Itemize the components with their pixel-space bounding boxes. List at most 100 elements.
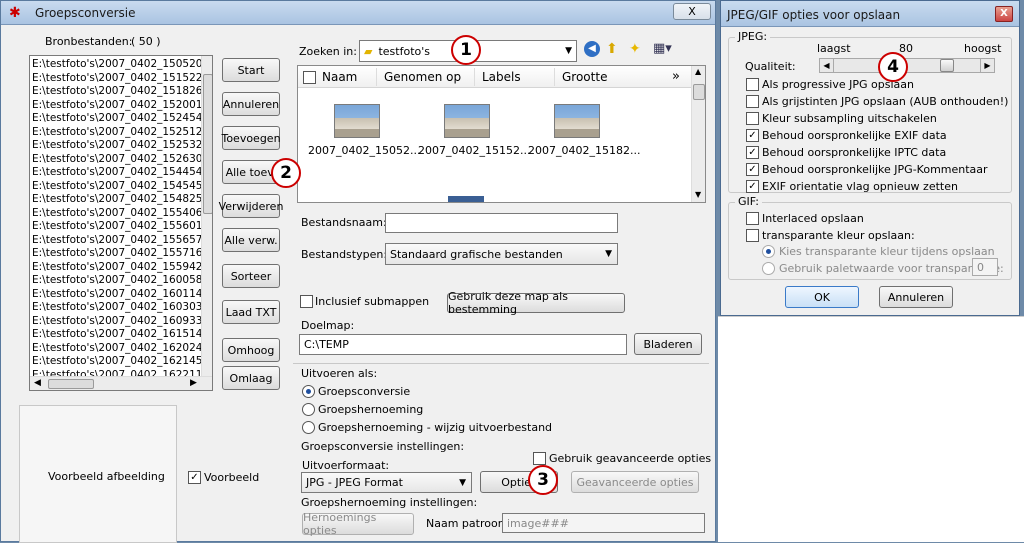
main-close-button[interactable]: X bbox=[673, 3, 711, 20]
list-item[interactable]: E:\testfoto's\2007_0402_152001A bbox=[30, 99, 202, 113]
radio-palette-transparent[interactable] bbox=[762, 262, 775, 275]
rename-options-button[interactable]: Hernoemings opties bbox=[302, 511, 414, 537]
main-window-title: Groepsconversie bbox=[35, 6, 136, 20]
scroll-down-icon[interactable]: ▼ bbox=[695, 190, 701, 199]
thumbnail-image[interactable] bbox=[334, 104, 380, 138]
list-item[interactable]: E:\testfoto's\2007_0402_151826A bbox=[30, 85, 202, 99]
dialog-cancel-button[interactable]: Annuleren bbox=[879, 286, 953, 308]
column-size[interactable]: Grootte bbox=[562, 70, 607, 84]
name-pattern-input[interactable]: image### bbox=[502, 513, 705, 533]
new-folder-icon[interactable]: ✦ bbox=[629, 41, 641, 57]
column-labels[interactable]: Labels bbox=[482, 70, 521, 84]
list-item[interactable]: E:\testfoto's\2007_0402_154545A bbox=[30, 180, 202, 194]
start-button[interactable]: Start bbox=[222, 58, 280, 82]
sort-button[interactable]: Sorteer bbox=[222, 264, 280, 288]
jpeg-option-checkbox[interactable] bbox=[746, 78, 759, 91]
list-item[interactable]: E:\testfoto's\2007_0402_154454A bbox=[30, 166, 202, 180]
transparent-checkbox[interactable] bbox=[746, 229, 759, 242]
jpeg-option-checkbox[interactable]: ✓ bbox=[746, 180, 759, 193]
thumbnail-label[interactable]: 2007_0402_15052... bbox=[308, 144, 420, 157]
slider-thumb[interactable] bbox=[939, 59, 954, 72]
jpeg-option-checkbox[interactable]: ✓ bbox=[746, 129, 759, 142]
column-name[interactable]: Naam bbox=[322, 70, 357, 84]
jpeg-option-checkbox[interactable] bbox=[746, 95, 759, 108]
cancel-button[interactable]: Annuleren bbox=[222, 92, 280, 116]
thumbnail-label[interactable]: 2007_0402_15152... bbox=[418, 144, 530, 157]
list-item[interactable]: E:\testfoto's\2007_0402_150520A bbox=[30, 58, 202, 72]
browse-button[interactable]: Bladeren bbox=[634, 333, 702, 355]
remove-button[interactable]: Verwijderen bbox=[219, 194, 283, 218]
filetype-dropdown[interactable]: Standaard grafische bestanden ▼ bbox=[385, 243, 618, 265]
list-item[interactable]: E:\testfoto's\2007_0402_154825A bbox=[30, 193, 202, 207]
scroll-up-icon[interactable]: ▲ bbox=[695, 67, 701, 76]
list-item[interactable]: E:\testfoto's\2007_0402_162024A bbox=[30, 342, 202, 356]
list-item[interactable]: E:\testfoto's\2007_0402_155657A bbox=[30, 234, 202, 248]
list-item[interactable]: E:\testfoto's\2007_0402_160933A bbox=[30, 315, 202, 329]
list-hscroll-thumb[interactable] bbox=[48, 379, 94, 389]
advanced-options-checkbox[interactable] bbox=[533, 452, 546, 465]
list-item[interactable]: E:\testfoto's\2007_0402_155716A bbox=[30, 247, 202, 261]
thumbnail-image[interactable] bbox=[444, 104, 490, 138]
list-item[interactable]: E:\testfoto's\2007_0402_160303A bbox=[30, 301, 202, 315]
move-down-button[interactable]: Omlaag bbox=[222, 366, 280, 390]
select-all-checkbox[interactable] bbox=[303, 71, 316, 84]
jpeg-option-label: Behoud oorspronkelijke JPG-Kommentaar bbox=[762, 163, 988, 176]
list-item[interactable]: E:\testfoto's\2007_0402_162145A bbox=[30, 355, 202, 369]
jpeg-option-checkbox[interactable]: ✓ bbox=[746, 146, 759, 159]
scroll-right-icon[interactable]: ▶ bbox=[190, 378, 197, 388]
radio-batch-rename[interactable] bbox=[302, 403, 315, 416]
list-item[interactable]: E:\testfoto's\2007_0402_152512A bbox=[30, 126, 202, 140]
more-columns-icon[interactable]: » bbox=[672, 69, 680, 84]
use-folder-button[interactable]: Gebruik deze map als bestemming bbox=[447, 290, 625, 316]
list-horizontal-scrollbar[interactable]: ◀ ▶ bbox=[30, 376, 212, 390]
move-up-button[interactable]: Omhoog bbox=[222, 338, 280, 362]
preview-checkbox[interactable]: ✓ bbox=[188, 471, 201, 484]
browser-scroll-thumb[interactable] bbox=[693, 84, 705, 100]
list-item[interactable]: E:\testfoto's\2007_0402_152630A bbox=[30, 153, 202, 167]
ok-button[interactable]: OK bbox=[785, 286, 859, 308]
radio-batch-rename-modify-label: Groepshernoeming - wijzig uitvoerbestand bbox=[318, 421, 553, 434]
column-divider bbox=[554, 68, 555, 86]
list-item[interactable]: E:\testfoto's\2007_0402_160058A bbox=[30, 274, 202, 288]
thumbnail-label[interactable]: 2007_0402_15182... bbox=[528, 144, 640, 157]
list-item[interactable]: E:\testfoto's\2007_0402_161514A bbox=[30, 328, 202, 342]
file-browser[interactable]: Naam Genomen op Labels Grootte » 2007_04… bbox=[297, 65, 706, 203]
list-item[interactable]: E:\testfoto's\2007_0402_152532A bbox=[30, 139, 202, 153]
list-scroll-thumb[interactable] bbox=[203, 74, 212, 214]
jpeg-option-checkbox[interactable]: ✓ bbox=[746, 163, 759, 176]
remove-all-button[interactable]: Alle verw. bbox=[222, 228, 280, 252]
browser-scrollbar[interactable]: ▲ ▼ bbox=[691, 66, 705, 202]
column-taken-on[interactable]: Genomen op bbox=[384, 70, 461, 84]
list-item[interactable]: E:\testfoto's\2007_0402_152454A bbox=[30, 112, 202, 126]
thumbnail-image[interactable] bbox=[554, 104, 600, 138]
view-menu-icon[interactable]: ▦▾ bbox=[653, 41, 672, 56]
list-vertical-scrollbar[interactable] bbox=[201, 56, 212, 376]
back-icon[interactable]: ◀ bbox=[584, 41, 600, 57]
slider-left-icon[interactable]: ◀ bbox=[820, 59, 834, 72]
advanced-options-button[interactable]: Geavanceerde opties bbox=[571, 471, 699, 493]
include-subfolders-checkbox[interactable] bbox=[300, 295, 313, 308]
list-item[interactable]: E:\testfoto's\2007_0402_151522A bbox=[30, 72, 202, 86]
radio-batch-convert[interactable] bbox=[302, 385, 315, 398]
list-item[interactable]: E:\testfoto's\2007_0402_155601A bbox=[30, 220, 202, 234]
add-button[interactable]: Toevoegen bbox=[221, 126, 281, 150]
slider-right-icon[interactable]: ▶ bbox=[980, 59, 994, 72]
output-format-dropdown[interactable]: JPG - JPEG Format ▼ bbox=[301, 472, 472, 493]
source-file-list[interactable]: E:\testfoto's\2007_0402_150520A E:\testfo… bbox=[29, 55, 213, 391]
list-item[interactable]: E:\testfoto's\2007_0402_155406A bbox=[30, 207, 202, 221]
dialog-close-button[interactable]: X bbox=[995, 6, 1013, 22]
rename-settings-label: Groepshernoeming instellingen: bbox=[301, 496, 478, 509]
quality-label: Qualiteit: bbox=[745, 60, 796, 73]
palette-value-input[interactable]: 0 bbox=[972, 258, 998, 276]
filename-input[interactable] bbox=[385, 213, 618, 233]
list-item[interactable]: E:\testfoto's\2007_0402_155942A bbox=[30, 261, 202, 275]
target-folder-input[interactable]: C:\TEMP bbox=[299, 334, 627, 355]
list-item[interactable]: E:\testfoto's\2007_0402_160114A bbox=[30, 288, 202, 302]
scroll-left-icon[interactable]: ◀ bbox=[34, 378, 41, 388]
interlaced-checkbox[interactable] bbox=[746, 212, 759, 225]
radio-batch-rename-modify[interactable] bbox=[302, 421, 315, 434]
jpeg-option-checkbox[interactable] bbox=[746, 112, 759, 125]
load-txt-button[interactable]: Laad TXT bbox=[222, 300, 280, 324]
up-folder-icon[interactable]: ⬆ bbox=[606, 41, 618, 57]
radio-choose-transparent[interactable] bbox=[762, 245, 775, 258]
